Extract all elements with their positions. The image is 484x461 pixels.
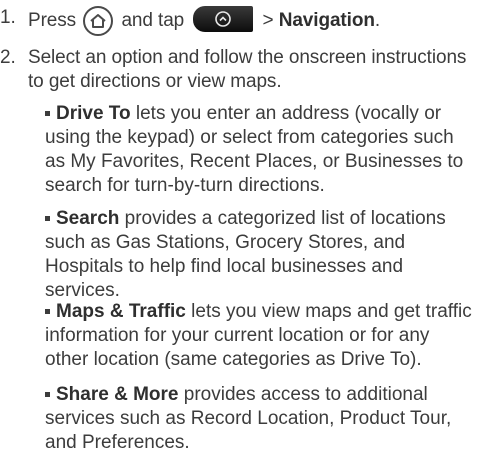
step-number: 2. [0,47,16,68]
option-name: Drive To [56,103,131,124]
option-name: Share & More [56,384,179,405]
all-apps-key-icon [193,6,254,32]
step-2-text: Select an option and follow the onscreen… [28,47,467,92]
manual-page: 1. Press and tap > Navigation. 2. Select… [0,0,484,461]
step-1-press: Press [28,10,77,31]
bullet-icon [45,392,50,397]
step-number: 1. [0,7,16,28]
bullet-icon [45,309,50,314]
option-name: Maps & Traffic [56,301,186,322]
navigation-label: Navigation [278,10,375,31]
menu-separator: > [262,10,274,31]
option-search: Search provides a categorized list of lo… [45,207,475,303]
option-name: Search [56,208,120,229]
step-1-text: Press and tap > Navigation. [28,6,478,36]
option-share-more: Share & More provides access to addition… [45,383,475,455]
option-drive-to: Drive To lets you enter an address (voca… [45,102,475,198]
home-key-icon [83,6,114,36]
step-1-and-tap: and tap [121,10,185,31]
step-1-period: . [374,10,381,31]
bullet-icon [45,111,50,116]
bullet-icon [45,216,50,221]
option-maps-traffic: Maps & Traffic lets you view maps and ge… [45,300,475,372]
